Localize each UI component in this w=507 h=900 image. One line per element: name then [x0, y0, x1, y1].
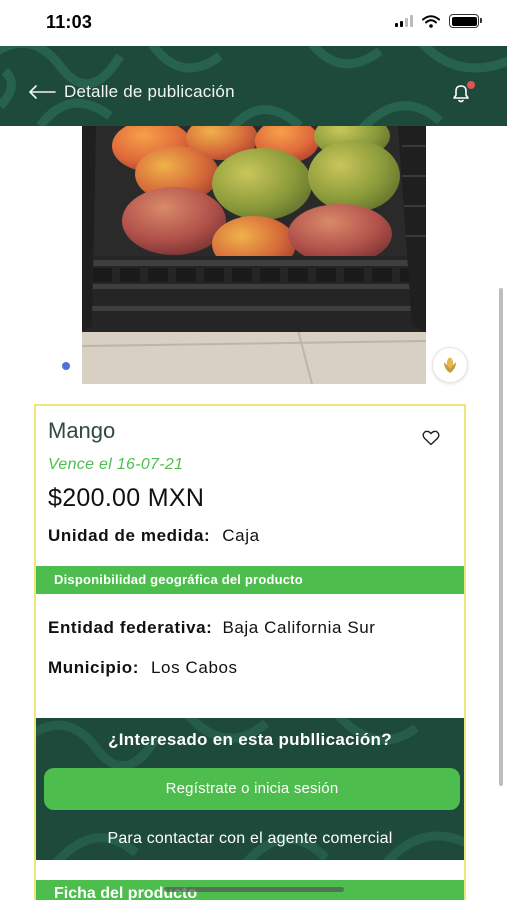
- cta-note: Para contactar con el agente comercial: [107, 830, 393, 847]
- product-card: Mango Vence el 16-07-21 $200.00 MXN Unid…: [34, 404, 466, 900]
- product-photo[interactable]: [82, 126, 426, 384]
- page-title: Detalle de publicación: [64, 82, 235, 101]
- carousel-indicator[interactable]: [62, 362, 70, 370]
- battery-icon: [449, 14, 482, 28]
- cta-question: ¿Interesado en esta publlicación?: [108, 730, 392, 749]
- scrollbar[interactable]: [499, 288, 503, 786]
- corn-icon: [444, 357, 456, 373]
- status-bar: 11:03: [0, 0, 507, 46]
- app-header: Detalle de publicación: [0, 46, 507, 126]
- entity-row: Entidad federativa: Baja California Sur: [48, 618, 376, 638]
- product-price: $200.00 MXN: [48, 484, 205, 512]
- home-indicator: [164, 887, 344, 892]
- status-time: 11:03: [46, 12, 93, 32]
- signal-icon: [395, 15, 413, 27]
- municipality-row: Municipio: Los Cabos: [48, 658, 238, 678]
- notification-dot: [467, 81, 475, 89]
- municipality-value: Los Cabos: [150, 658, 238, 677]
- entity-value: Baja California Sur: [222, 618, 376, 637]
- product-name: Mango: [48, 418, 116, 443]
- register-login-button[interactable]: Regístrate o inicia sesión: [44, 768, 460, 810]
- municipality-label: Municipio:: [48, 658, 139, 677]
- unit-value: Caja: [222, 526, 260, 545]
- status-icons: [395, 14, 482, 28]
- unit-label: Unidad de medida:: [48, 526, 211, 545]
- heart-icon: [422, 430, 440, 446]
- contact-cta: ¿Interesado en esta publlicación? Regíst…: [36, 718, 464, 860]
- back-arrow-icon: [29, 85, 56, 99]
- back-button[interactable]: Detalle de publicación: [28, 82, 235, 102]
- expiration-date: Vence el 16-07-21: [48, 456, 184, 473]
- mango-crate-image: [82, 126, 426, 384]
- geo-section-title: Disponibilidad geográfica del producto: [36, 566, 464, 594]
- unit-row: Unidad de medida: Caja: [48, 526, 260, 546]
- entity-label: Entidad federativa:: [48, 618, 213, 637]
- corn-badge: [432, 347, 468, 383]
- notifications-button[interactable]: [449, 81, 475, 107]
- favorite-button[interactable]: [422, 430, 442, 450]
- wifi-icon: [422, 14, 440, 28]
